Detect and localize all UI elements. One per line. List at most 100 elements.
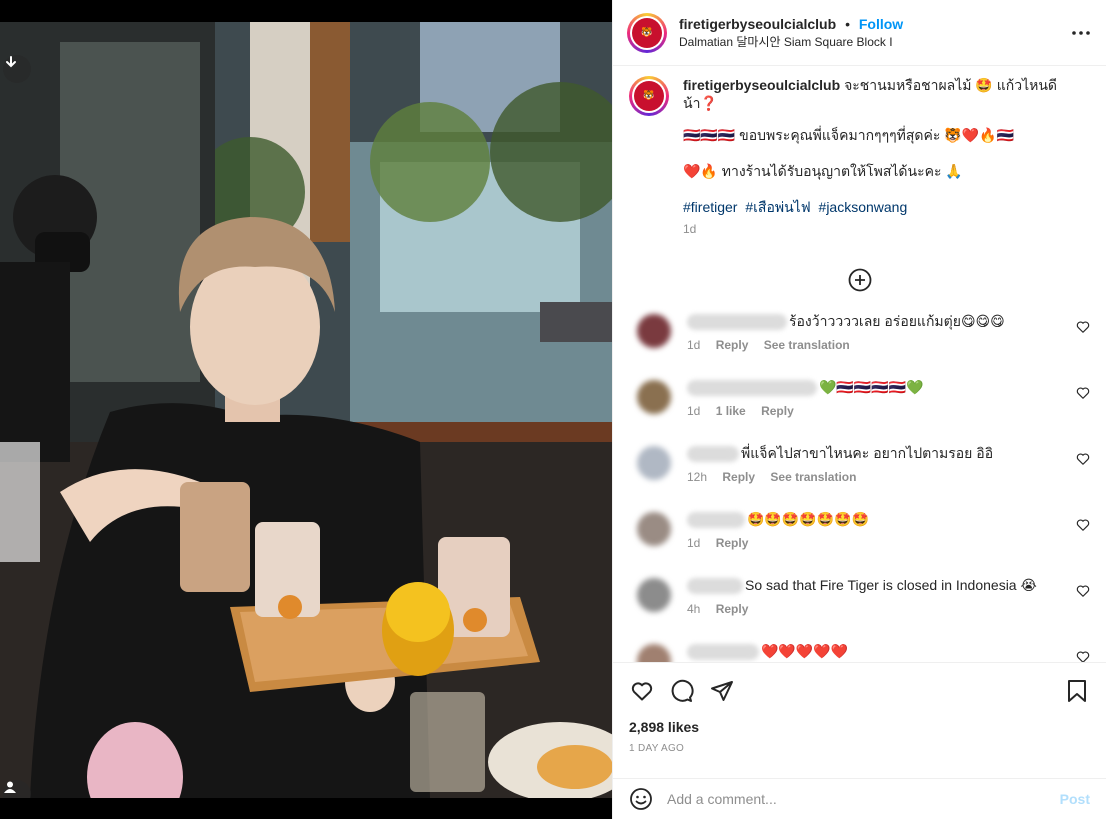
hashtag-link[interactable]: #เสือพ่นไฟ — [745, 199, 810, 215]
caption-hashtags: #firetiger #เสือพ่นไฟ #jacksonwang — [683, 198, 1083, 216]
brand-logo: 🐯 — [632, 17, 662, 48]
commenter-username[interactable] — [687, 314, 787, 331]
brand-logo: 🐯 — [634, 81, 664, 111]
comment-body: 💚🇹🇭🇹🇭🇹🇭🇹🇭💚 1d 1 like Reply — [687, 378, 924, 444]
commenter-avatar[interactable] — [637, 380, 671, 414]
comment-time[interactable]: 4h — [687, 602, 700, 616]
follow-button[interactable]: Follow — [859, 16, 903, 32]
commenter-avatar[interactable] — [637, 512, 671, 546]
commenter-username[interactable] — [687, 578, 743, 595]
comment-like-heart-icon[interactable] — [1076, 650, 1090, 662]
comment-body: So sad that Fire Tiger is closed in Indo… — [687, 576, 1037, 642]
caption-time[interactable]: 1d — [683, 220, 1083, 238]
post-date[interactable]: 1 DAY AGO — [629, 743, 1090, 754]
post-location[interactable]: Dalmatian 달마시안 Siam Square Block I — [679, 33, 903, 51]
comment-time[interactable]: 1d — [687, 404, 700, 418]
header-text: firetigerbyseoulcialclub • Follow Dalmat… — [679, 15, 903, 51]
more-options-button[interactable] — [1070, 22, 1092, 44]
comment-input[interactable] — [667, 791, 1060, 807]
comment-time[interactable]: 12h — [687, 470, 707, 484]
caption-username[interactable]: firetigerbyseoulcialclub — [683, 77, 840, 93]
comment-item: พี่แจ็คไปสาขาไหนคะ อยากไปตามรอย อิอิ 12h… — [629, 444, 1090, 510]
comment-text: So sad that Fire Tiger is closed in Indo… — [745, 577, 1037, 593]
add-comment-bar: Post — [613, 778, 1106, 819]
comment-item: 💚🇹🇭🇹🇭🇹🇭🇹🇭💚 1d 1 like Reply — [629, 378, 1090, 444]
comment-button[interactable] — [669, 678, 695, 704]
plus-circle-icon — [848, 268, 871, 292]
bookmark-icon — [1068, 680, 1086, 702]
comment-meta: 1d Reply See translation — [687, 336, 1005, 354]
caption-line-3: ❤️🔥 ทางร้านได้รับอนุญาตให้โพสได้นะคะ 🙏 — [683, 163, 963, 179]
comment-time[interactable]: 1d — [687, 536, 700, 550]
comment-text: พี่แจ็คไปสาขาไหนคะ อยากไปตามรอย อิอิ — [741, 445, 994, 461]
save-button[interactable] — [1064, 678, 1090, 704]
post-caption: 🐯 firetigerbyseoulcialclub จะชานมหรือชาผ… — [629, 66, 1090, 238]
comment-meta: 12h Reply See translation — [687, 468, 993, 486]
load-more-comments-button[interactable] — [629, 268, 1090, 294]
reply-button[interactable]: Reply — [716, 536, 749, 550]
reply-button[interactable]: Reply — [761, 404, 794, 418]
post-media — [0, 0, 612, 819]
reply-button[interactable]: Reply — [722, 470, 755, 484]
commenter-avatar[interactable] — [637, 644, 671, 662]
comment-icon — [671, 679, 694, 702]
heart-icon — [631, 682, 653, 701]
action-icons-row — [629, 675, 1090, 707]
author-avatar[interactable]: 🐯 — [627, 12, 667, 53]
share-button[interactable] — [709, 678, 735, 704]
reply-button[interactable]: Reply — [716, 602, 749, 616]
commenter-username[interactable] — [687, 380, 817, 397]
comment-meta: 4h Reply — [687, 600, 1037, 618]
like-button[interactable] — [629, 678, 655, 704]
commenter-avatar[interactable] — [637, 314, 671, 348]
user-tag-icon — [4, 781, 16, 793]
comment-item: ร้องว้าววววเลย อร่อยแก้มตุ่ย😋😋😋 1d Reply… — [629, 312, 1090, 378]
post-comment-button[interactable]: Post — [1060, 791, 1090, 807]
share-icon — [711, 681, 733, 701]
comment-list: ร้องว้าววววเลย อร่อยแก้มตุ่ย😋😋😋 1d Reply… — [629, 312, 1090, 662]
comment-like-heart-icon[interactable] — [1076, 584, 1090, 598]
photo-illustration — [0, 22, 612, 798]
post-photo[interactable] — [0, 22, 612, 798]
comment-meta: 1d 1 like Reply — [687, 402, 924, 420]
caption-author-avatar[interactable]: 🐯 — [629, 76, 669, 116]
emoji-icon[interactable] — [629, 787, 653, 811]
comment-body: พี่แจ็คไปสาขาไหนคะ อยากไปตามรอย อิอิ 12h… — [687, 444, 993, 510]
author-username[interactable]: firetigerbyseoulcialclub — [679, 16, 836, 32]
post-actions: 2,898 likes 1 DAY AGO — [613, 662, 1106, 772]
comment-item: So sad that Fire Tiger is closed in Indo… — [629, 576, 1090, 642]
post-header: 🐯 firetigerbyseoulcialclub • Follow Dalm… — [613, 0, 1106, 66]
comment-text: 🤩🤩🤩🤩🤩🤩🤩 — [747, 511, 870, 527]
comment-like-heart-icon[interactable] — [1076, 518, 1090, 532]
post-side-panel: 🐯 firetigerbyseoulcialclub • Follow Dalm… — [612, 0, 1106, 819]
avatar-inner: 🐯 — [632, 79, 666, 113]
see-translation-button[interactable]: See translation — [770, 470, 856, 484]
hashtag-link[interactable]: #jacksonwang — [819, 199, 908, 215]
likes-count[interactable]: 2,898 likes — [629, 719, 1090, 735]
comment-like-heart-icon[interactable] — [1076, 320, 1090, 334]
comment-text: ร้องว้าววววเลย อร่อยแก้มตุ่ย😋😋😋 — [789, 313, 1005, 329]
comment-body: ร้องว้าววววเลย อร่อยแก้มตุ่ย😋😋😋 1d Reply… — [687, 312, 1005, 378]
reply-button[interactable]: Reply — [716, 338, 749, 352]
hashtag-link[interactable]: #firetiger — [683, 199, 737, 215]
caption-body: firetigerbyseoulcialclub จะชานมหรือชาผลไ… — [683, 76, 1083, 238]
comment-text: 💚🇹🇭🇹🇭🇹🇭🇹🇭💚 — [819, 379, 924, 395]
commenter-avatar[interactable] — [637, 446, 671, 480]
commenter-username[interactable] — [687, 512, 745, 529]
commenter-username[interactable] — [687, 446, 739, 463]
comment-item: 🤩🤩🤩🤩🤩🤩🤩 1d Reply — [629, 510, 1090, 576]
caption-line-1: firetigerbyseoulcialclub จะชานมหรือชาผลไ… — [683, 76, 1083, 112]
comment-text: ❤️❤️❤️❤️❤️ — [761, 643, 849, 659]
commenter-username[interactable] — [687, 644, 759, 661]
download-button[interactable] — [3, 55, 31, 83]
comment-time[interactable]: 1d — [687, 338, 700, 352]
comment-meta: 1d Reply — [687, 534, 869, 552]
comment-like-heart-icon[interactable] — [1076, 452, 1090, 466]
commenter-avatar[interactable] — [637, 578, 671, 612]
see-translation-button[interactable]: See translation — [764, 338, 850, 352]
comments-scroll-area[interactable]: 🐯 firetigerbyseoulcialclub จะชานมหรือชาผ… — [613, 66, 1106, 662]
separator-dot: • — [845, 15, 850, 32]
download-icon — [6, 56, 16, 68]
comment-likes-count[interactable]: 1 like — [716, 404, 746, 418]
comment-like-heart-icon[interactable] — [1076, 386, 1090, 400]
